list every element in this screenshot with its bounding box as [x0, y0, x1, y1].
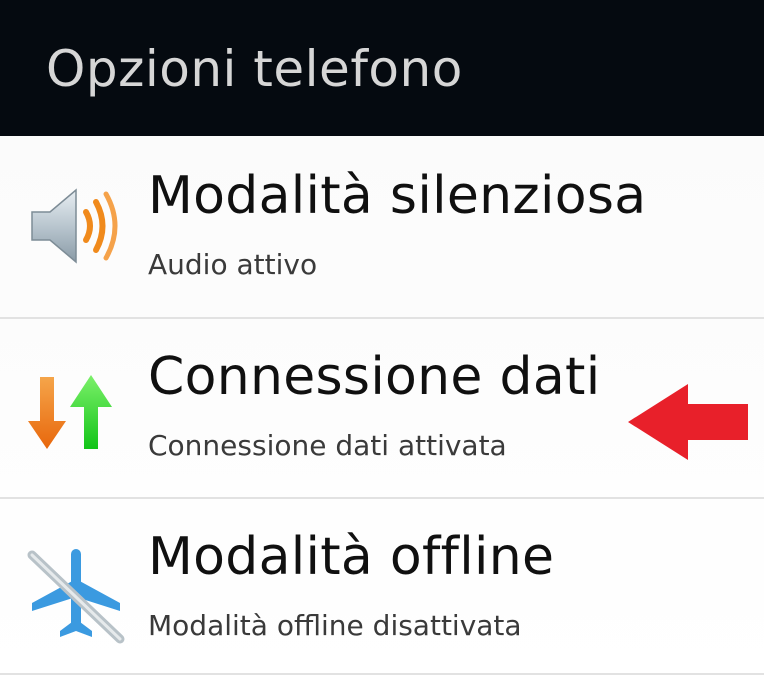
red-pointer-arrow-icon — [626, 382, 750, 462]
data-connection-title: Connessione dati — [148, 347, 601, 407]
silent-mode-title: Modalità silenziosa — [148, 166, 647, 226]
header-title: Opzioni telefono — [46, 40, 463, 98]
list-item-silent-mode[interactable]: Modalità silenziosa Audio attivo — [0, 136, 764, 317]
list-item-offline-mode[interactable]: Modalità offline Modalità offline disatt… — [0, 497, 764, 673]
options-header: Opzioni telefono — [0, 0, 764, 136]
offline-mode-status: Modalità offline disattivata — [148, 609, 522, 642]
airplane-disabled-icon — [26, 545, 126, 645]
speaker-icon — [26, 176, 126, 276]
data-transfer-arrows-icon — [26, 359, 126, 459]
data-connection-status: Connessione dati attivata — [148, 429, 507, 462]
offline-mode-title: Modalità offline — [148, 527, 555, 587]
silent-mode-status: Audio attivo — [148, 248, 318, 281]
divider — [0, 673, 764, 675]
